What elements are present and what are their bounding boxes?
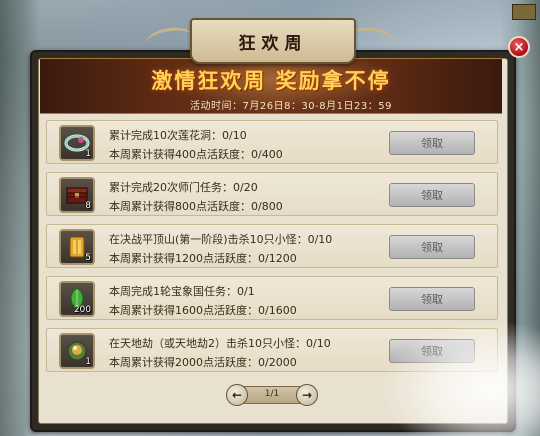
background-building	[512, 4, 536, 20]
banner-headline: 激情狂欢周 奖励拿不停	[151, 68, 391, 93]
next-page-button[interactable]: →	[296, 384, 318, 406]
close-icon: ×	[513, 39, 525, 55]
task-row: 5 在决战平顶山(第一阶段)击杀10只小怪：0/10 本周累计获得1200点活跃…	[46, 224, 498, 268]
reward-item-slot[interactable]: 1	[59, 125, 95, 161]
event-banner: 激情狂欢周 奖励拿不停 活动时间：7月26日8：30-8月1日23：59	[40, 58, 502, 114]
task-row: 1 累计完成10次莲花洞：0/10 本周累计获得400点活跃度：0/400 领取	[46, 120, 498, 164]
item-count: 5	[85, 253, 91, 263]
claim-button[interactable]: 领取	[389, 339, 475, 363]
task-activity-goal: 本周累计获得400点活跃度：0/400	[109, 148, 283, 161]
claim-button[interactable]: 领取	[389, 183, 475, 207]
item-count: 1	[85, 149, 91, 159]
task-objective: 本周完成1轮宝象国任务：0/1	[109, 285, 255, 298]
pagination: ← 1/1 →	[226, 384, 318, 406]
reward-item-slot[interactable]: 5	[59, 229, 95, 265]
task-objective: 在天地劫（或天地劫2）击杀10只小怪：0/10	[109, 337, 331, 350]
task-objective: 累计完成20次师门任务：0/20	[109, 181, 258, 194]
prev-page-button[interactable]: ←	[226, 384, 248, 406]
claim-button[interactable]: 领取	[389, 235, 475, 259]
reward-item-slot[interactable]: 200	[59, 281, 95, 317]
close-button[interactable]: ×	[508, 36, 530, 58]
task-row: 200 本周完成1轮宝象国任务：0/1 本周累计获得1600点活跃度：0/160…	[46, 276, 498, 320]
task-row: 1 在天地劫（或天地劫2）击杀10只小怪：0/10 本周累计获得2000点活跃度…	[46, 328, 498, 372]
title-plate: 狂欢周	[190, 18, 356, 64]
task-activity-goal: 本周累计获得1200点活跃度：0/1200	[109, 252, 297, 265]
claim-button[interactable]: 领取	[389, 287, 475, 311]
task-activity-goal: 本周累计获得2000点活跃度：0/2000	[109, 356, 297, 369]
task-activity-goal: 本周累计获得800点活跃度：0/800	[109, 200, 283, 213]
reward-item-slot[interactable]: 1	[59, 333, 95, 369]
claim-button[interactable]: 领取	[389, 131, 475, 155]
item-count: 200	[73, 305, 91, 315]
page-indicator: 1/1	[264, 389, 280, 399]
task-activity-goal: 本周累计获得1600点活跃度：0/1600	[109, 304, 297, 317]
dialog-title: 狂欢周	[238, 33, 308, 54]
arrow-left-icon: ←	[231, 388, 243, 402]
task-objective: 累计完成10次莲花洞：0/10	[109, 129, 247, 142]
event-time: 活动时间：7月26日8：30-8月1日23：59	[190, 101, 392, 112]
task-row: 8 累计完成20次师门任务：0/20 本周累计获得800点活跃度：0/800 领…	[46, 172, 498, 216]
item-count: 8	[85, 201, 91, 211]
task-objective: 在决战平顶山(第一阶段)击杀10只小怪：0/10	[109, 233, 333, 246]
arrow-right-icon: →	[301, 388, 313, 402]
reward-item-slot[interactable]: 8	[59, 177, 95, 213]
item-count: 1	[85, 357, 91, 367]
dialog-title-tab: 狂欢周	[144, 18, 398, 64]
